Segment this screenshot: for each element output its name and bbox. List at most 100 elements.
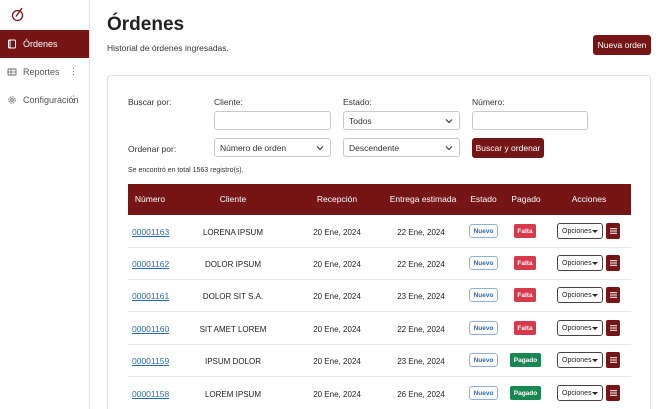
cell-cliente: DOLOR IPSUM — [204, 260, 261, 269]
status-badge: Nuevo — [469, 386, 498, 400]
direction-select[interactable]: Descendente — [343, 138, 460, 157]
order-number-link[interactable]: 00001159 — [132, 356, 169, 366]
table-header: Número Cliente Recepción Entrega estimad… — [128, 184, 631, 215]
chevron-down-icon — [316, 146, 324, 151]
options-label: Opciones — [562, 356, 592, 364]
column-header-estado[interactable]: Estado — [465, 194, 502, 204]
hamburger-icon — [609, 325, 617, 331]
cliente-input[interactable] — [214, 111, 331, 130]
cell-cliente: DOLOR SIT S.A. — [202, 292, 264, 301]
order-number-link[interactable]: 00001160 — [132, 324, 169, 334]
sidebar-item-ordenes[interactable]: Órdenes — [0, 30, 89, 58]
payment-badge: Falta — [514, 224, 536, 238]
logo-icon — [11, 7, 24, 22]
hamburger-icon — [609, 390, 617, 396]
payment-badge: Falta — [514, 256, 536, 270]
menu-button[interactable] — [606, 223, 620, 239]
estado-select-value: Todos — [349, 115, 372, 126]
caret-down-icon — [592, 327, 598, 330]
payment-badge: Pagado — [510, 386, 541, 400]
cell-entrega: 23 Ene, 2024 — [397, 357, 445, 366]
menu-button[interactable] — [606, 352, 620, 368]
cell-cliente: SIT AMET LOREM — [199, 325, 267, 334]
kebab-menu-icon[interactable]: ⋮ — [69, 94, 78, 104]
column-header-recepcion[interactable]: Recepción — [304, 194, 370, 204]
cell-recepcion: 20 Ene, 2024 — [313, 228, 361, 237]
estado-select[interactable]: Todos — [343, 111, 460, 130]
menu-button[interactable] — [606, 320, 620, 336]
cell-cliente: LORENA IPSUM — [202, 228, 263, 237]
column-header-entrega[interactable]: Entrega estimada — [383, 194, 463, 204]
gear-icon — [7, 95, 17, 105]
order-by-label: Ordenar por: — [128, 144, 177, 154]
payment-badge: Pagado — [510, 353, 541, 367]
caret-down-icon — [592, 262, 598, 265]
options-dropdown-button[interactable]: Opciones — [557, 385, 603, 401]
order-number-link[interactable]: 00001161 — [132, 291, 169, 301]
new-order-button[interactable]: Nueva orden — [593, 35, 651, 55]
cell-recepcion: 20 Ene, 2024 — [313, 260, 361, 269]
hamburger-icon — [609, 260, 617, 266]
status-badge: Nuevo — [469, 288, 498, 302]
options-dropdown-button[interactable]: Opciones — [557, 255, 603, 271]
cell-entrega: 22 Ene, 2024 — [397, 228, 445, 237]
order-number-link[interactable]: 00001162 — [132, 259, 169, 269]
records-count: Se encontró en total 1563 registro(s). — [128, 167, 244, 174]
sidebar-item-configuracion[interactable]: Configuración ⋮ — [0, 86, 89, 114]
status-badge: Nuevo — [469, 321, 498, 335]
cell-entrega: 22 Ene, 2024 — [397, 260, 445, 269]
order-number-link[interactable]: 00001158 — [132, 389, 169, 399]
search-by-label: Buscar por: — [128, 97, 172, 107]
options-label: Opciones — [562, 324, 592, 332]
direction-select-value: Descendente — [349, 142, 400, 153]
hamburger-icon — [609, 292, 617, 298]
cell-cliente: LOREM IPSUM — [204, 390, 261, 399]
status-badge: Nuevo — [469, 256, 498, 270]
cell-recepcion: 20 Ene, 2024 — [313, 357, 361, 366]
table-row: 00001159 IPSUM DOLOR 20 Ene, 2024 23 Ene, 2… — [128, 345, 631, 377]
menu-button[interactable] — [606, 287, 620, 303]
column-header-cliente[interactable]: Cliente — [198, 194, 268, 204]
table-row: 00001160 SIT AMET LOREM 20 Ene, 2024 22 Ene… — [128, 313, 631, 345]
sidebar: Órdenes Reportes ⋮ Configuración ⋮ — [0, 0, 90, 409]
options-label: Opciones — [562, 291, 592, 299]
sidebar-item-reportes[interactable]: Reportes ⋮ — [0, 58, 89, 86]
caret-down-icon — [592, 230, 598, 233]
table-row: 00001161 DOLOR SIT S.A. 20 Ene, 2024 23 Ene… — [128, 280, 631, 312]
cell-recepcion: 20 Ene, 2024 — [313, 325, 361, 334]
column-header-pagado[interactable]: Pagado — [506, 194, 546, 204]
options-dropdown-button[interactable]: Opciones — [557, 287, 603, 303]
sidebar-item-label: Reportes — [23, 67, 60, 77]
order-number-link[interactable]: 00001163 — [132, 227, 169, 237]
column-header-numero[interactable]: Número — [128, 194, 172, 204]
page-subtitle: Historial de órdenes ingresadas. — [107, 43, 229, 53]
table-row: 00001158 LOREM IPSUM 20 Ene, 2024 26 Ene, 2… — [128, 378, 631, 409]
status-badge: Nuevo — [469, 224, 498, 238]
column-header-acciones: Acciones — [571, 194, 607, 204]
options-label: Opciones — [562, 389, 592, 397]
cell-cliente: IPSUM DOLOR — [204, 357, 261, 366]
cell-recepcion: 20 Ene, 2024 — [313, 390, 361, 399]
caret-down-icon — [592, 359, 598, 362]
kebab-menu-icon[interactable]: ⋮ — [69, 66, 78, 76]
cell-entrega: 22 Ene, 2024 — [397, 325, 445, 334]
order-by-select[interactable]: Número de orden — [214, 138, 331, 157]
options-dropdown-button[interactable]: Opciones — [557, 352, 603, 368]
caret-down-icon — [592, 392, 598, 395]
cell-recepcion: 20 Ene, 2024 — [313, 292, 361, 301]
options-label: Opciones — [562, 259, 592, 267]
options-dropdown-button[interactable]: Opciones — [557, 320, 603, 336]
numero-input[interactable] — [472, 111, 588, 130]
menu-button[interactable] — [606, 255, 620, 271]
page-title: Órdenes — [107, 14, 185, 35]
hamburger-icon — [609, 357, 617, 363]
options-dropdown-button[interactable]: Opciones — [557, 223, 603, 239]
status-badge: Nuevo — [469, 353, 498, 367]
cell-entrega: 26 Ene, 2024 — [397, 390, 445, 399]
sidebar-item-label: Órdenes — [23, 39, 58, 49]
options-label: Opciones — [562, 227, 592, 235]
cliente-label: Cliente: — [214, 97, 243, 107]
order-by-select-value: Número de orden — [220, 142, 287, 153]
search-and-sort-button[interactable]: Buscar y ordenar — [472, 138, 544, 158]
menu-button[interactable] — [606, 385, 620, 401]
